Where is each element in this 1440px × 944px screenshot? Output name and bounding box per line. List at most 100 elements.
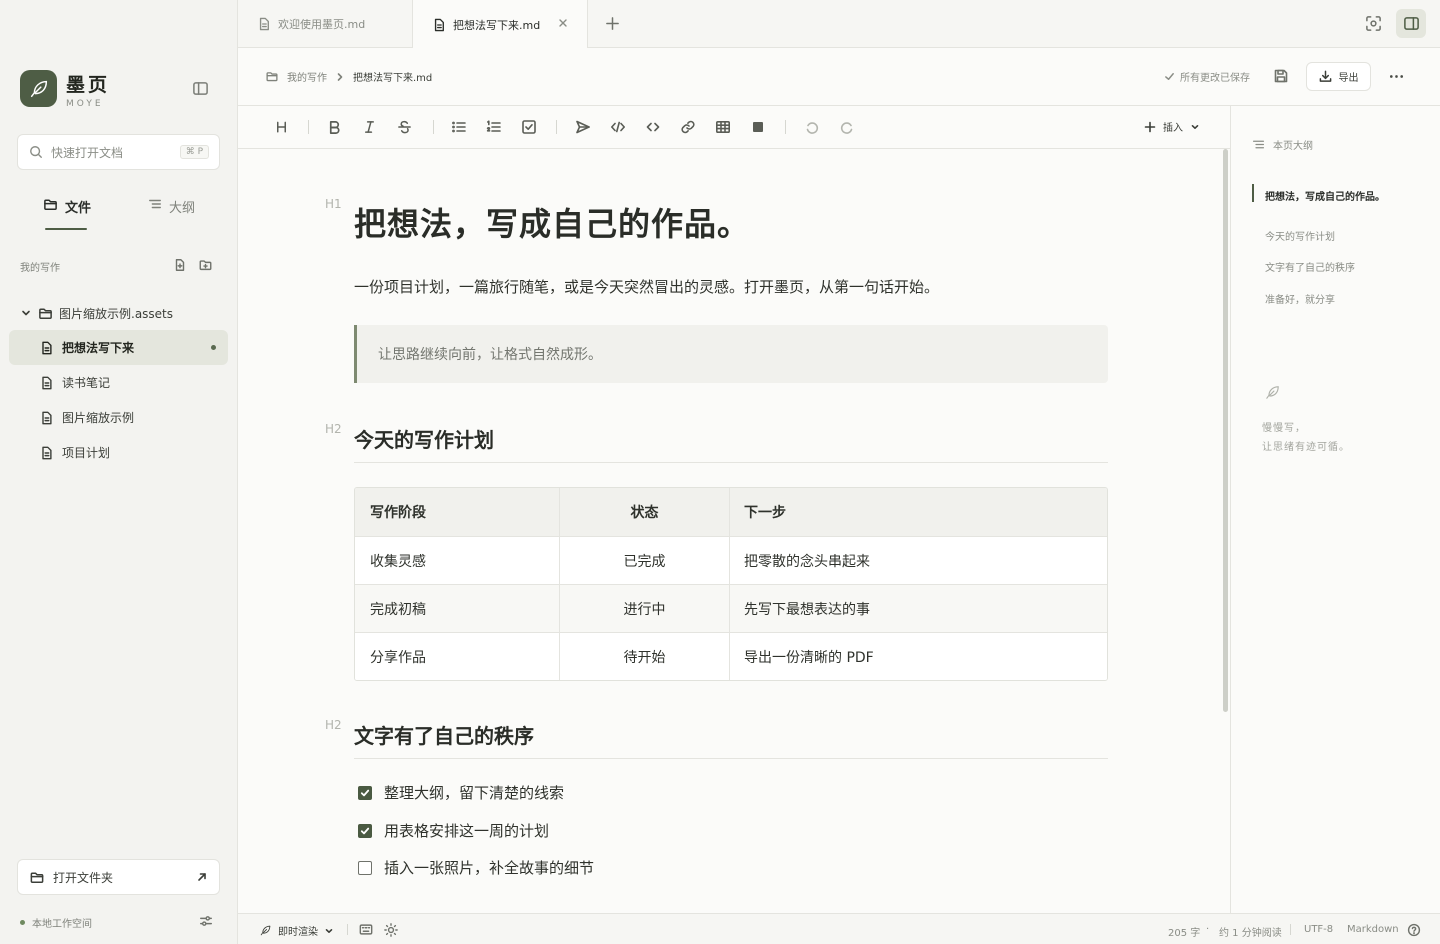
- outline-item[interactable]: 准备好，就分享: [1265, 291, 1335, 306]
- table-header-cell[interactable]: 下一步: [729, 488, 1107, 536]
- help-icon[interactable]: [1407, 923, 1421, 937]
- tree-folder[interactable]: 图片缩放示例.assets: [20, 302, 173, 324]
- section-heading[interactable]: 文字有了自己的秩序: [354, 720, 534, 749]
- outline-note-line2: 让思绪有迹可循。: [1262, 442, 1350, 453]
- feather-icon: [1264, 384, 1281, 401]
- code-block-icon[interactable]: [610, 119, 626, 135]
- table-cell[interactable]: 已完成: [559, 537, 729, 584]
- doc-blockquote[interactable]: 让思路继续向前，让格式自然成形。: [354, 325, 1108, 383]
- editor-area[interactable]: H1 把想法，写成自己的作品。 一份项目计划，一篇旅行随笔，或是今天突然冒出的灵…: [238, 149, 1230, 913]
- search-icon: [30, 146, 42, 158]
- table-cell[interactable]: 收集灵感: [355, 537, 559, 584]
- table-cell[interactable]: 进行中: [559, 585, 729, 632]
- collapse-sidebar-icon[interactable]: [192, 80, 209, 97]
- tree-file-item[interactable]: 读书笔记: [9, 365, 228, 400]
- task-item: 整理大纲，留下清楚的线索: [358, 782, 564, 803]
- link-icon[interactable]: [680, 119, 696, 135]
- close-icon[interactable]: [557, 17, 569, 29]
- sidebar-tabs: 文件 大纲: [0, 192, 238, 232]
- section-heading[interactable]: 今天的写作计划: [354, 424, 494, 453]
- tab-current[interactable]: 把想法写下来.md: [413, 0, 588, 49]
- inline-code-icon[interactable]: [645, 119, 661, 135]
- tab-outline[interactable]: 大纲: [148, 192, 195, 232]
- table-row: 收集灵感 已完成 把零散的念头串起来: [355, 536, 1107, 584]
- new-file-icon[interactable]: [173, 258, 187, 272]
- send-icon[interactable]: [575, 119, 591, 135]
- numbered-list-icon[interactable]: [486, 119, 502, 135]
- editor-scrollbar[interactable]: [1223, 149, 1228, 712]
- task-checkbox-checked[interactable]: [358, 785, 372, 800]
- tree-file-item[interactable]: 图片缩放示例: [9, 400, 228, 435]
- doc-title[interactable]: 把想法，写成自己的作品。: [354, 199, 750, 245]
- tree-file-label: 把想法写下来: [62, 341, 135, 355]
- status-bar: 即时渲染 205 字 · 约 1 分钟阅读 UTF-8 Markdown: [238, 913, 1440, 944]
- bold-icon[interactable]: [327, 119, 342, 135]
- file-format[interactable]: Markdown: [1347, 924, 1399, 935]
- table-cell[interactable]: 完成初稿: [355, 585, 559, 632]
- redo-icon[interactable]: [839, 119, 855, 135]
- chevron-right-icon: [337, 72, 343, 81]
- file-icon: [42, 446, 52, 459]
- task-label[interactable]: 用表格安排这一周的计划: [384, 820, 549, 841]
- tab-label: 欢迎使用墨页.md: [278, 18, 366, 31]
- keyboard-icon[interactable]: [359, 923, 373, 936]
- tab-outline-label: 大纲: [169, 201, 196, 216]
- tree-file-item[interactable]: 项目计划: [9, 435, 228, 470]
- status-dot-separator: ·: [1206, 924, 1210, 935]
- render-mode-dropdown[interactable]: 即时渲染: [259, 923, 334, 938]
- doc-paragraph[interactable]: 一份项目计划，一篇旅行随笔，或是今天突然冒出的灵感。打开墨页，从第一句话开始。: [354, 276, 939, 297]
- focus-mode-icon[interactable]: [1365, 15, 1382, 32]
- insert-dropdown[interactable]: 插入: [1144, 119, 1200, 134]
- theme-sun-icon[interactable]: [384, 923, 398, 937]
- heading-divider: [354, 758, 1108, 759]
- new-folder-icon[interactable]: [198, 258, 213, 272]
- outline-item[interactable]: 今天的写作计划: [1265, 228, 1335, 243]
- file-icon: [259, 17, 269, 31]
- task-list-icon[interactable]: [521, 119, 537, 135]
- table-header-cell[interactable]: 状态: [559, 488, 729, 536]
- tab-welcome[interactable]: 欢迎使用墨页.md: [238, 0, 413, 48]
- italic-icon[interactable]: [362, 119, 377, 135]
- task-checkbox-checked[interactable]: [358, 823, 372, 838]
- table-cell[interactable]: 分享作品: [355, 633, 559, 680]
- bullet-list-icon[interactable]: [451, 119, 467, 135]
- table-cell[interactable]: 导出一份清晰的 PDF: [729, 633, 1107, 680]
- task-label[interactable]: 整理大纲，留下清楚的线索: [384, 782, 564, 803]
- quick-open-search[interactable]: 快速打开文档 ⌘ P: [17, 134, 220, 170]
- task-checkbox-unchecked[interactable]: [358, 860, 372, 875]
- chevron-down-icon: [22, 310, 30, 316]
- save-icon[interactable]: [1273, 68, 1289, 84]
- breadcrumb-root[interactable]: 我的写作: [287, 69, 327, 84]
- tab-files[interactable]: 文件: [43, 192, 91, 232]
- image-block-icon[interactable]: [750, 119, 766, 135]
- table-header-cell[interactable]: 写作阶段: [355, 488, 559, 536]
- encoding[interactable]: UTF-8: [1304, 924, 1333, 935]
- table-header-row: 写作阶段 状态 下一步: [355, 488, 1107, 536]
- outline-item[interactable]: 文字有了自己的秩序: [1265, 259, 1355, 274]
- table-cell[interactable]: 待开始: [559, 633, 729, 680]
- undo-icon[interactable]: [804, 119, 820, 135]
- tree-file-item[interactable]: 把想法写下来: [9, 330, 228, 365]
- open-folder-button[interactable]: 打开文件夹: [17, 859, 220, 895]
- task-label[interactable]: 插入一张照片，补全故事的细节: [384, 857, 594, 878]
- settings-sliders-icon[interactable]: [199, 914, 213, 928]
- plan-table[interactable]: 写作阶段 状态 下一步 收集灵感 已完成 把零散的念头串起来 完成初稿 进行中 …: [354, 487, 1108, 681]
- table-icon[interactable]: [715, 119, 731, 135]
- task-item: 用表格安排这一周的计划: [358, 820, 549, 841]
- heading-icon[interactable]: [274, 119, 289, 135]
- table-cell[interactable]: 把零散的念头串起来: [729, 537, 1107, 584]
- export-button[interactable]: 导出: [1306, 62, 1371, 91]
- folder-icon: [30, 872, 44, 883]
- sidebar: 墨页 MOYE 快速打开文档 ⌘ P 文件 大纲 我的写作 图片缩放示例.ass…: [0, 0, 238, 944]
- tab-bar: 欢迎使用墨页.md 把想法写下来.md: [238, 0, 1440, 49]
- format-toolbar: 插入: [238, 106, 1230, 149]
- add-tab-icon[interactable]: [605, 16, 620, 31]
- list-icon: [1252, 140, 1265, 149]
- outline-item[interactable]: 把想法，写成自己的作品。: [1265, 188, 1385, 203]
- toolbar-divider: [556, 120, 557, 134]
- more-options-icon[interactable]: [1388, 68, 1405, 85]
- insert-label: 插入: [1163, 123, 1183, 134]
- toggle-right-panel-icon[interactable]: [1396, 9, 1426, 38]
- table-cell[interactable]: 先写下最想表达的事: [729, 585, 1107, 632]
- strikethrough-icon[interactable]: [397, 119, 412, 135]
